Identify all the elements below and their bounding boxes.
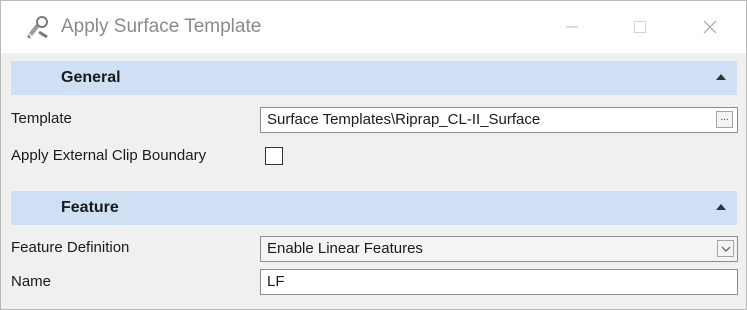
maximize-button[interactable] <box>617 9 663 45</box>
feature-definition-dropdown[interactable]: Enable Linear Features <box>260 236 738 262</box>
close-button[interactable] <box>687 9 733 45</box>
dialog-window: Apply Surface Template General Template … <box>0 0 747 310</box>
name-field[interactable]: LF <box>260 269 738 295</box>
maximize-icon <box>634 21 646 33</box>
section-title-general: General <box>61 69 121 86</box>
template-value: Surface Templates\Riprap_CL-II_Surface <box>267 111 541 128</box>
name-value: LF <box>267 273 285 290</box>
close-icon <box>703 20 717 34</box>
section-title-feature: Feature <box>61 199 119 216</box>
chevron-up-icon[interactable] <box>715 71 727 83</box>
clip-boundary-label: Apply External Clip Boundary <box>11 143 207 169</box>
clip-boundary-checkbox[interactable] <box>265 147 283 165</box>
chevron-up-icon[interactable] <box>715 201 727 213</box>
name-label: Name <box>11 269 52 295</box>
minimize-icon <box>566 26 578 28</box>
template-field[interactable]: Surface Templates\Riprap_CL-II_Surface .… <box>260 107 738 133</box>
dropdown-button[interactable] <box>717 240 734 257</box>
title-bar[interactable]: Apply Surface Template <box>1 1 746 53</box>
browse-button[interactable]: ... <box>716 111 733 128</box>
minimize-button[interactable] <box>549 9 595 45</box>
general-section-header[interactable]: General <box>11 61 737 95</box>
template-label: Template <box>11 106 72 132</box>
window-title: Apply Surface Template <box>61 16 262 37</box>
feature-section-header[interactable]: Feature <box>11 191 737 225</box>
tools-icon <box>23 15 51 41</box>
feature-definition-label: Feature Definition <box>11 235 130 261</box>
feature-definition-value: Enable Linear Features <box>267 240 423 257</box>
chevron-down-icon <box>721 246 730 252</box>
